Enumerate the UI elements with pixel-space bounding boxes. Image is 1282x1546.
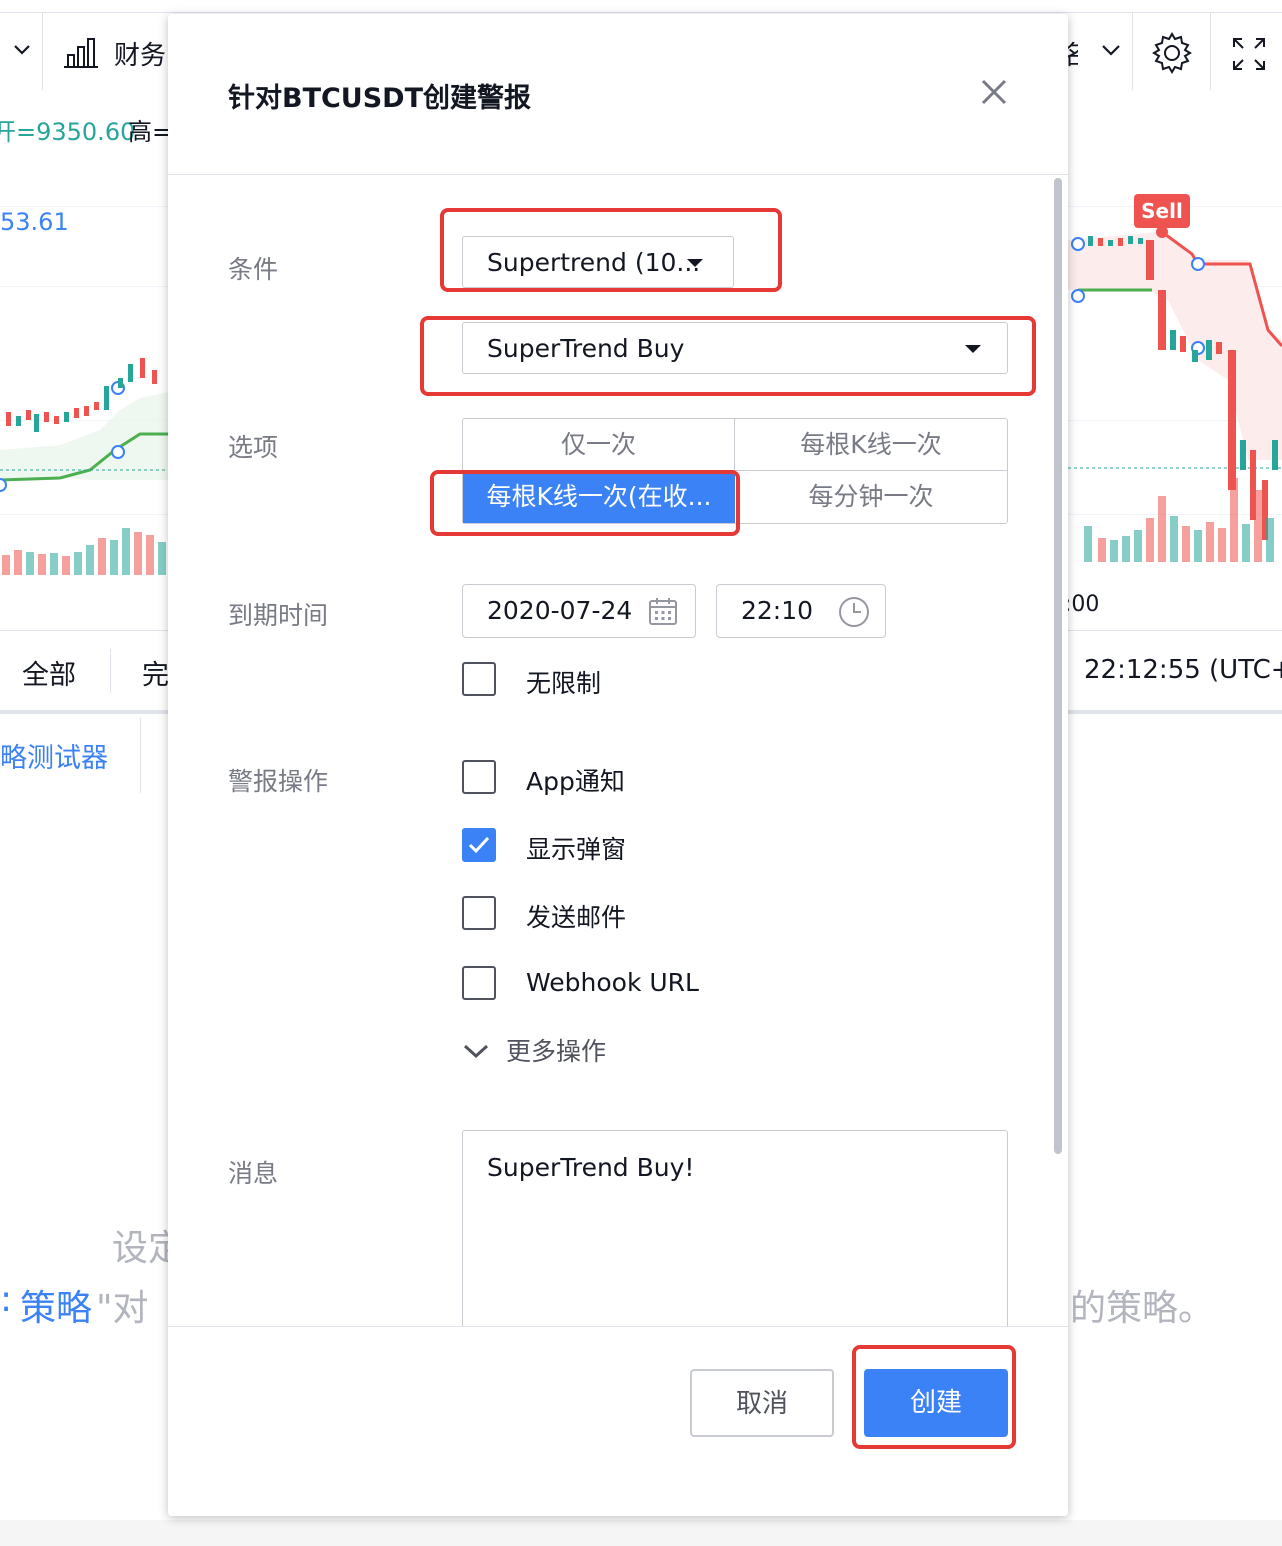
ohlc-high: 高= bbox=[128, 118, 173, 146]
more-actions-label: 更多操作 bbox=[506, 1037, 607, 1066]
financials-label[interactable]: 财务 bbox=[114, 35, 166, 72]
cancel-button[interactable]: 取消 bbox=[690, 1369, 834, 1437]
dialog-scrollbar[interactable] bbox=[1054, 178, 1062, 1154]
sell-marker: Sell bbox=[1134, 194, 1190, 228]
condition-select[interactable]: Supertrend (10... bbox=[462, 236, 734, 288]
option-once-per-bar[interactable]: 每根K线一次 bbox=[735, 419, 1007, 471]
hint-strategy-link[interactable]: 策略 bbox=[20, 1279, 92, 1331]
condition-sub-select-value: SuperTrend Buy bbox=[487, 334, 685, 363]
expiry-date-value: 2020-07-24 bbox=[487, 596, 633, 625]
create-alert-dialog: 针对BTCUSDT创建警报 条件 Supertrend (10... Super… bbox=[168, 14, 1068, 1516]
webhook-checkbox[interactable] bbox=[462, 966, 496, 1000]
ohlc-open: 开=9350.60 bbox=[0, 118, 136, 146]
right-chart-fragment bbox=[1068, 226, 1282, 562]
condition-label: 条件 bbox=[228, 255, 279, 284]
condition-sub-select[interactable]: SuperTrend Buy bbox=[462, 322, 1008, 374]
app-notification-label[interactable]: App通知 bbox=[526, 762, 625, 798]
financials-icon[interactable] bbox=[62, 37, 100, 69]
hint-text: "对 bbox=[96, 1288, 149, 1329]
tab-strategy-tester[interactable]: 略测试器 bbox=[0, 736, 108, 775]
caret-down-icon bbox=[965, 345, 981, 353]
time-axis-label: :00 bbox=[1064, 592, 1100, 617]
hint-text: 的策略。 bbox=[1070, 1288, 1215, 1329]
hint-prefix: : bbox=[0, 1279, 13, 1320]
dialog-title: 针对BTCUSDT创建警报 bbox=[228, 83, 532, 114]
fullscreen-icon[interactable] bbox=[1230, 35, 1268, 73]
send-email-checkbox[interactable] bbox=[462, 896, 496, 930]
expiry-label: 到期时间 bbox=[228, 601, 329, 630]
options-label: 选项 bbox=[228, 433, 279, 462]
chevron-down-icon[interactable] bbox=[12, 43, 32, 57]
dialog-header: 针对BTCUSDT创建警报 bbox=[168, 14, 1068, 175]
unlimited-label[interactable]: 无限制 bbox=[526, 664, 601, 700]
dialog-footer: 取消 创建 bbox=[168, 1326, 1068, 1516]
create-button[interactable]: 创建 bbox=[864, 1369, 1008, 1437]
close-icon[interactable] bbox=[974, 72, 1014, 112]
expiry-time-input[interactable]: 22:10 bbox=[716, 584, 886, 638]
send-email-label[interactable]: 发送邮件 bbox=[526, 898, 626, 934]
webhook-label[interactable]: Webhook URL bbox=[526, 968, 699, 997]
app-notification-checkbox[interactable] bbox=[462, 760, 496, 794]
alert-actions-label: 警报操作 bbox=[228, 767, 329, 796]
show-popup-label[interactable]: 显示弹窗 bbox=[526, 830, 626, 866]
expiry-date-input[interactable]: 2020-07-24 bbox=[462, 584, 696, 638]
chevron-down-icon[interactable] bbox=[1100, 43, 1122, 57]
unlimited-checkbox[interactable] bbox=[462, 662, 496, 696]
range-fragment[interactable]: 完 bbox=[142, 653, 168, 692]
option-once-per-minute[interactable]: 每分钟一次 bbox=[735, 471, 1007, 523]
option-once-per-bar-close[interactable]: 每根K线一次(在收... bbox=[463, 471, 735, 523]
options-segmented-control: 仅一次 每根K线一次 每根K线一次(在收... 每分钟一次 bbox=[462, 418, 1008, 524]
option-once[interactable]: 仅一次 bbox=[463, 419, 735, 471]
caret-down-icon bbox=[687, 259, 703, 267]
condition-select-value: Supertrend (10... bbox=[487, 248, 701, 277]
expiry-time-value: 22:10 bbox=[741, 596, 814, 625]
clock-icon[interactable] bbox=[837, 595, 871, 629]
close-button[interactable] bbox=[974, 72, 1014, 112]
clock-label[interactable]: 22:12:55 (UTC+8 bbox=[1084, 655, 1282, 685]
message-label: 消息 bbox=[228, 1159, 279, 1188]
range-all-button[interactable]: 全部 bbox=[22, 653, 76, 692]
show-popup-checkbox[interactable] bbox=[462, 828, 496, 862]
gear-icon[interactable] bbox=[1150, 31, 1194, 75]
hint-text: 设定 bbox=[112, 1228, 168, 1269]
check-icon bbox=[468, 836, 490, 854]
price-label: 53.61 bbox=[0, 208, 69, 236]
left-chart-fragment bbox=[0, 358, 168, 575]
chevron-down-icon bbox=[463, 1044, 489, 1059]
footer-strip bbox=[0, 1520, 1282, 1546]
calendar-icon[interactable] bbox=[647, 595, 679, 627]
